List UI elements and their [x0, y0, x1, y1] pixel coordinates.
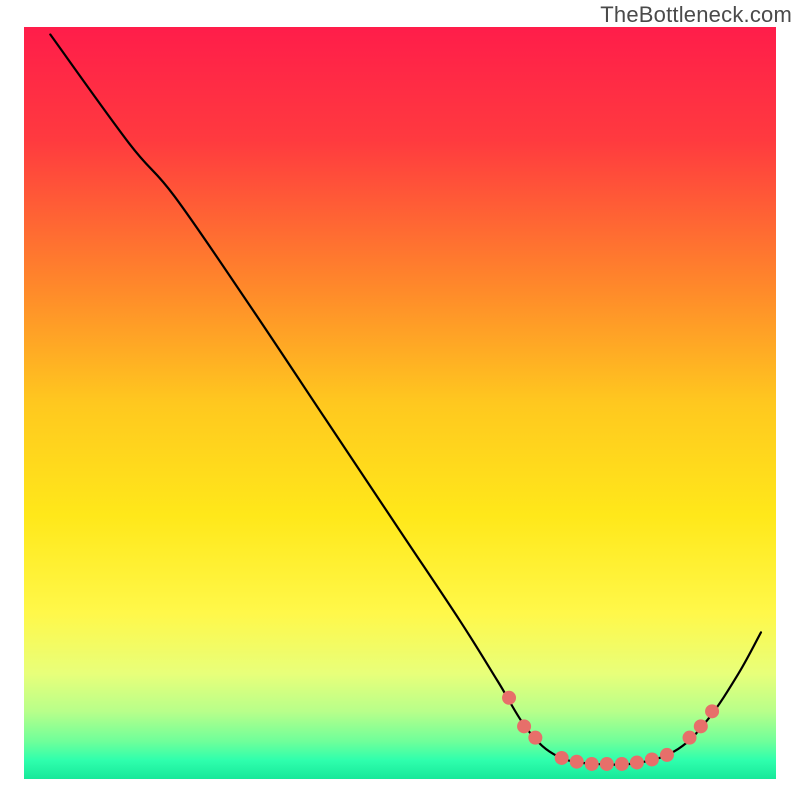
highlight-dot: [660, 748, 674, 762]
highlight-dot: [555, 751, 569, 765]
highlight-dot: [517, 719, 531, 733]
highlight-dot: [615, 757, 629, 771]
highlight-dot: [585, 757, 599, 771]
gradient-background: [24, 27, 776, 779]
highlight-dot: [683, 731, 697, 745]
highlight-dot: [645, 752, 659, 766]
highlight-dot: [694, 719, 708, 733]
highlight-dot: [600, 757, 614, 771]
highlight-dot: [502, 691, 516, 705]
highlight-dot: [705, 704, 719, 718]
watermark-text: TheBottleneck.com: [600, 2, 792, 28]
bottleneck-chart: [0, 0, 800, 800]
chart-frame: TheBottleneck.com: [0, 0, 800, 800]
highlight-dot: [630, 755, 644, 769]
highlight-dot: [570, 755, 584, 769]
highlight-dot: [528, 731, 542, 745]
